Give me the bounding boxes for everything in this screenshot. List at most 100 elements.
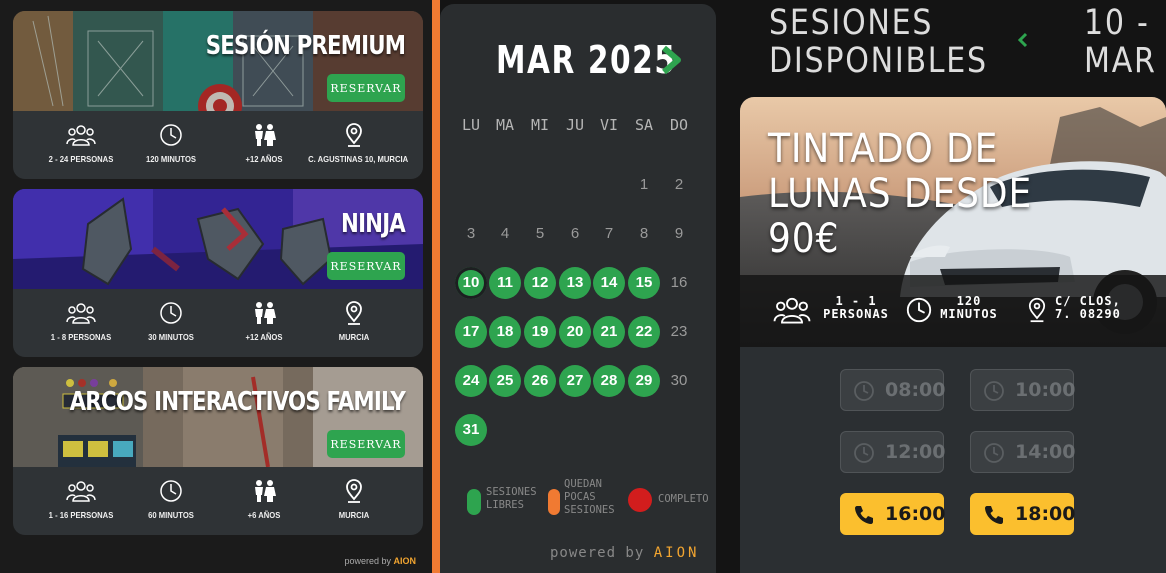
calendar-day-21[interactable]: 21 [593, 316, 625, 348]
activity-card-ninja[interactable]: NINJA RESERVAR 1 - 8 PERSONAS 30 MINUTOS… [13, 189, 423, 357]
activity-card-premium[interactable]: SESIÓN PREMIUM RESERVAR 2 - 24 PERSONAS … [13, 11, 423, 179]
offer-title-line1: TINTADO DE [768, 126, 999, 172]
clock-icon [160, 480, 182, 502]
calendar-day-14[interactable]: 14 [593, 267, 625, 299]
time-slot-label: 10:00 [1015, 379, 1076, 401]
location-label: C. AGUSTINAS 10, MURCIA [308, 154, 409, 164]
calendar-day-24[interactable]: 24 [455, 365, 487, 397]
calendar-day-8: 8 [639, 225, 649, 242]
calendar-day-2: 2 [674, 176, 684, 193]
offer-people-label: 1 - 1 PERSONAS [821, 295, 891, 321]
calendar-day-15[interactable]: 15 [628, 267, 660, 299]
offer-title-line2: LUNAS DESDE [768, 171, 1033, 217]
calendar-day-28[interactable]: 28 [593, 365, 625, 397]
offer-people-line2: PERSONAS [823, 307, 889, 321]
weekday-label: MI [530, 116, 550, 134]
legend-full-dot [628, 488, 652, 512]
aion-brand: AION [393, 556, 417, 566]
activity-info: 1 - 16 PERSONAS 60 MINUTOS +6 AÑOS MURCI… [13, 467, 423, 535]
calendar-day-10[interactable]: 10 [455, 267, 487, 299]
phone-icon [855, 506, 873, 524]
calendar-day-25[interactable]: 25 [489, 365, 521, 397]
powered-by-text: powered by [344, 556, 391, 566]
calendar-day-20[interactable]: 20 [559, 316, 591, 348]
next-month-chevron-icon[interactable] [656, 42, 686, 78]
calendar-panel: MAR 2025 LU MA MI JU VI SA DO 1 2 3 4 5 6 7 8 9 10 11 12 1… [440, 4, 716, 573]
weekday-label: SA [634, 116, 654, 134]
activity-list: SESIÓN PREMIUM RESERVAR 2 - 24 PERSONAS … [0, 0, 432, 573]
activity-card-arcos[interactable]: ARCOS INTERACTIVOS FAMILY RESERVAR 1 - 1… [13, 367, 423, 535]
clock-icon [984, 443, 1004, 463]
calendar-day-31[interactable]: 31 [455, 414, 487, 446]
calendar-day-11[interactable]: 11 [489, 267, 521, 299]
activity-title: NINJA [341, 209, 406, 239]
calendar-day-22[interactable]: 22 [628, 316, 660, 348]
group-icon [66, 125, 96, 146]
time-slot-0800: 08:00 [840, 369, 946, 411]
clock-icon [984, 381, 1004, 401]
activity-title: ARCOS INTERACTIVOS FAMILY [69, 387, 406, 417]
panel-divider [432, 0, 440, 573]
previous-chevron-icon[interactable] [1016, 32, 1030, 48]
location-pin-icon [346, 479, 362, 503]
offer-location-label: C/ CLOS, 7. 08290 [1055, 295, 1121, 321]
reserve-button[interactable]: RESERVAR [327, 430, 405, 458]
offer-duration-label: 120 MINUTOS [939, 295, 999, 321]
session-offer-card[interactable]: TINTADO DE LUNAS DESDE 90€ 1 - 1 PERSONA… [740, 97, 1166, 347]
offer-info-strip: 1 - 1 PERSONAS 120 MINUTOS C/ CLOS, 7. 0… [740, 275, 1166, 347]
location-pin-icon [346, 123, 362, 147]
calendar-day-23: 23 [670, 323, 688, 340]
time-slot-label: 18:00 [1015, 503, 1076, 525]
children-icon [255, 480, 276, 502]
calendar-day-7: 7 [604, 225, 614, 242]
legend-free-line2: LIBRES [486, 499, 524, 511]
people-label: 1 - 8 PERSONAS [50, 332, 112, 342]
weekday-label: JU [565, 116, 585, 134]
location-label: MURCIA [338, 332, 370, 342]
calendar-day-9: 9 [674, 225, 684, 242]
age-label: +12 AÑOS [245, 154, 283, 164]
calendar-day-4: 4 [500, 225, 510, 242]
people-label: 1 - 16 PERSONAS [48, 510, 114, 520]
calendar-day-19[interactable]: 19 [524, 316, 556, 348]
calendar-day-1: 1 [639, 176, 649, 193]
calendar-day-27[interactable]: 27 [559, 365, 591, 397]
time-slot-1800[interactable]: 18:00 [970, 493, 1076, 535]
time-slot-1400: 14:00 [970, 431, 1075, 473]
calendar-day-29[interactable]: 29 [628, 365, 660, 397]
people-label: 2 - 24 PERSONAS [48, 154, 114, 164]
duration-label: 60 MINUTOS [148, 510, 194, 520]
legend-free-line1: SESIONES [486, 486, 537, 498]
age-label: +6 AÑOS [247, 510, 281, 520]
time-slot-1200: 12:00 [840, 431, 946, 473]
children-icon [255, 124, 276, 146]
powered-by-footer: powered by AION [550, 545, 699, 561]
aion-brand: AION [653, 545, 700, 561]
sessions-panel: SESIONES DISPONIBLES 10 - MAR TINTADO DE… [716, 0, 1166, 573]
age-label: +12 AÑOS [245, 332, 283, 342]
reserve-button[interactable]: RESERVAR [327, 252, 405, 280]
clock-icon [906, 297, 932, 323]
legend-few-line2: POCAS [564, 491, 596, 503]
calendar-day-17[interactable]: 17 [455, 316, 487, 348]
time-slot-1600[interactable]: 16:00 [840, 493, 945, 535]
calendar-day-12[interactable]: 12 [524, 267, 556, 299]
legend-free: SESIONES LIBRES [486, 486, 537, 512]
group-icon [773, 297, 811, 324]
time-slot-label: 08:00 [885, 379, 946, 401]
reserve-button[interactable]: RESERVAR [327, 74, 405, 102]
group-icon [66, 303, 96, 324]
children-icon [255, 302, 276, 324]
selected-date-line2: MAR [1084, 41, 1157, 81]
calendar-day-16: 16 [670, 274, 688, 291]
clock-icon [854, 443, 874, 463]
group-icon [66, 481, 96, 502]
calendar-day-18[interactable]: 18 [489, 316, 521, 348]
activity-info: 2 - 24 PERSONAS 120 MINUTOS +12 AÑOS C. … [13, 111, 423, 179]
offer-location-line2: 7. 08290 [1055, 307, 1121, 321]
time-slot-label: 12:00 [885, 441, 946, 463]
calendar-day-26[interactable]: 26 [524, 365, 556, 397]
weekday-label: DO [669, 116, 689, 134]
weekday-label: MA [495, 116, 515, 134]
calendar-day-13[interactable]: 13 [559, 267, 591, 299]
